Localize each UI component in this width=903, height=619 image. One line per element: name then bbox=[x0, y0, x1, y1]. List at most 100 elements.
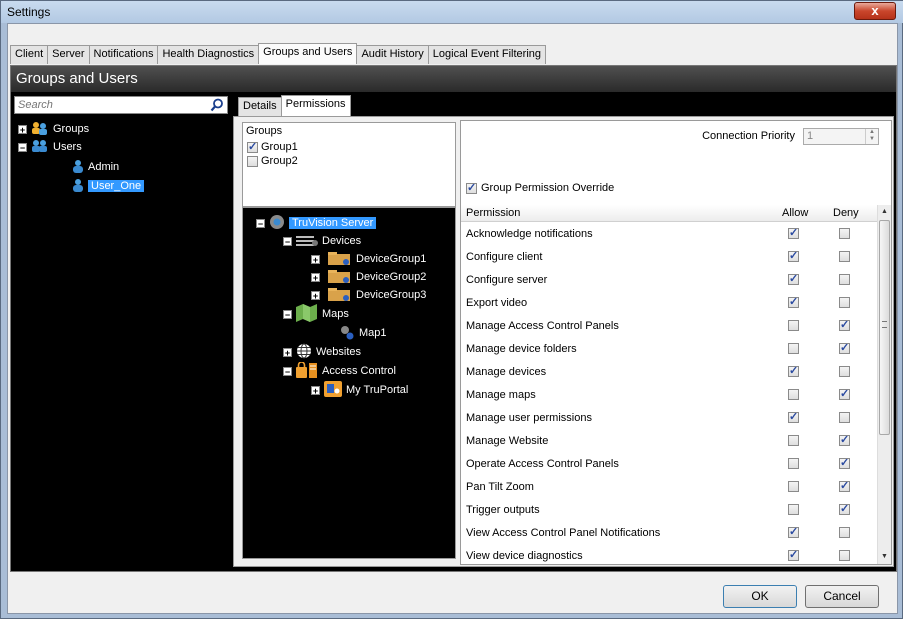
allow-checkbox[interactable] bbox=[788, 458, 799, 469]
table-row[interactable]: Manage devices bbox=[461, 361, 877, 384]
table-row[interactable]: Manage device folders bbox=[461, 338, 877, 361]
allow-checkbox[interactable] bbox=[788, 320, 799, 331]
allow-checkbox[interactable] bbox=[788, 249, 799, 262]
ok-button[interactable]: OK bbox=[723, 585, 797, 608]
allow-checkbox[interactable] bbox=[788, 410, 799, 423]
tab-logical-event-filtering[interactable]: Logical Event Filtering bbox=[427, 45, 547, 64]
allow-checkbox[interactable] bbox=[788, 364, 799, 377]
deny-checkbox[interactable] bbox=[839, 456, 850, 469]
tree-item-access-control[interactable]: − Access Control bbox=[283, 360, 396, 380]
allow-checkbox[interactable] bbox=[788, 389, 799, 400]
tree-item-devices[interactable]: − Devices bbox=[283, 232, 361, 250]
tab-details[interactable]: Details bbox=[238, 97, 282, 116]
tab-permissions[interactable]: Permissions bbox=[280, 95, 351, 116]
collapse-icon[interactable]: − bbox=[283, 366, 292, 376]
collapse-icon[interactable]: − bbox=[256, 218, 265, 228]
connection-priority-input[interactable]: 1 ▲ ▼ bbox=[803, 128, 879, 145]
expand-icon[interactable]: + bbox=[18, 124, 27, 134]
deny-checkbox[interactable] bbox=[839, 502, 850, 515]
group2-checkbox[interactable] bbox=[247, 155, 258, 167]
group-permission-override[interactable]: Group Permission Override bbox=[466, 181, 614, 194]
scroll-down-icon[interactable]: ▼ bbox=[878, 550, 891, 564]
group1-checkbox[interactable] bbox=[247, 140, 258, 153]
tree-item-groups[interactable]: + Groups bbox=[18, 120, 89, 138]
deny-checkbox[interactable] bbox=[839, 412, 850, 423]
tree-item-server[interactable]: − TruVision Server bbox=[256, 214, 377, 232]
expand-icon[interactable]: + bbox=[311, 385, 320, 395]
table-row[interactable]: Trigger outputs bbox=[461, 499, 877, 522]
deny-checkbox[interactable] bbox=[839, 251, 850, 262]
title-bar[interactable]: Settings x bbox=[1, 1, 903, 23]
deny-checkbox[interactable] bbox=[839, 527, 850, 538]
tree-item-devicegroup2[interactable]: + DeviceGroup2 bbox=[311, 268, 426, 286]
deny-checkbox[interactable] bbox=[839, 297, 850, 308]
header-deny[interactable]: Deny bbox=[833, 207, 859, 219]
allow-checkbox[interactable] bbox=[788, 481, 799, 492]
allow-checkbox[interactable] bbox=[788, 272, 799, 285]
group-item-group2[interactable]: Group2 bbox=[247, 154, 298, 168]
header-permission[interactable]: Permission bbox=[466, 207, 520, 219]
search-input[interactable] bbox=[15, 97, 205, 113]
header-allow[interactable]: Allow bbox=[782, 207, 808, 219]
deny-checkbox[interactable] bbox=[839, 550, 850, 561]
table-row[interactable]: Manage user permissions bbox=[461, 407, 877, 430]
tree-item-devicegroup3[interactable]: + DeviceGroup3 bbox=[311, 286, 426, 304]
deny-checkbox[interactable] bbox=[839, 366, 850, 377]
allow-checkbox[interactable] bbox=[788, 504, 799, 515]
tree-item-maps[interactable]: − Maps bbox=[283, 303, 349, 323]
deny-checkbox[interactable] bbox=[839, 479, 850, 492]
collapse-icon[interactable]: − bbox=[283, 309, 292, 319]
deny-checkbox[interactable] bbox=[839, 433, 850, 446]
tree-item-my-truportal[interactable]: + My TruPortal bbox=[311, 380, 408, 399]
table-row[interactable]: Acknowledge notifications bbox=[461, 223, 877, 246]
tree-item-users[interactable]: − Users bbox=[18, 138, 82, 156]
table-row[interactable]: Pan Tilt Zoom bbox=[461, 476, 877, 499]
tab-server[interactable]: Server bbox=[47, 45, 90, 64]
allow-checkbox[interactable] bbox=[788, 525, 799, 538]
expand-icon[interactable]: + bbox=[283, 347, 292, 357]
tab-client[interactable]: Client bbox=[10, 45, 49, 64]
spinner-arrows-icon[interactable]: ▲ ▼ bbox=[865, 129, 878, 144]
table-row[interactable]: View Access Control Panel Notifications bbox=[461, 522, 877, 545]
table-row[interactable]: Manage maps bbox=[461, 384, 877, 407]
override-checkbox[interactable] bbox=[466, 181, 477, 194]
table-row[interactable]: Export video bbox=[461, 292, 877, 315]
table-row[interactable]: Configure client bbox=[461, 246, 877, 269]
deny-checkbox[interactable] bbox=[839, 274, 850, 285]
allow-checkbox[interactable] bbox=[788, 548, 799, 561]
deny-checkbox[interactable] bbox=[839, 318, 850, 331]
allow-checkbox[interactable] bbox=[788, 343, 799, 354]
allow-checkbox[interactable] bbox=[788, 435, 799, 446]
table-row[interactable]: Manage Access Control Panels bbox=[461, 315, 877, 338]
scrollbar-thumb[interactable] bbox=[879, 220, 890, 435]
expand-icon[interactable]: + bbox=[311, 272, 320, 282]
tab-audit-history[interactable]: Audit History bbox=[356, 45, 429, 64]
search-icon[interactable] bbox=[210, 98, 224, 115]
collapse-icon[interactable]: − bbox=[283, 236, 292, 246]
close-button[interactable]: x bbox=[854, 2, 896, 20]
tree-item-map1[interactable]: Map1 bbox=[339, 324, 387, 342]
tab-health-diagnostics[interactable]: Health Diagnostics bbox=[157, 45, 260, 64]
tab-notifications[interactable]: Notifications bbox=[88, 45, 159, 64]
group-item-group1[interactable]: Group1 bbox=[247, 140, 298, 154]
allow-checkbox[interactable] bbox=[788, 226, 799, 239]
scroll-up-icon[interactable]: ▲ bbox=[878, 205, 891, 219]
deny-checkbox[interactable] bbox=[839, 387, 850, 400]
expand-icon[interactable]: + bbox=[311, 290, 320, 300]
table-row[interactable]: Operate Access Control Panels bbox=[461, 453, 877, 476]
expand-icon[interactable]: + bbox=[311, 254, 320, 264]
table-row[interactable]: View device diagnostics bbox=[461, 545, 877, 564]
collapse-icon[interactable]: − bbox=[18, 142, 27, 152]
deny-checkbox[interactable] bbox=[839, 341, 850, 354]
tree-item-user-one[interactable]: User_One bbox=[72, 177, 145, 195]
table-row[interactable]: Configure server bbox=[461, 269, 877, 292]
tab-groups-and-users[interactable]: Groups and Users bbox=[258, 43, 358, 64]
cancel-button[interactable]: Cancel bbox=[805, 585, 879, 608]
tree-item-admin[interactable]: Admin bbox=[72, 158, 119, 176]
tree-item-devicegroup1[interactable]: + DeviceGroup1 bbox=[311, 250, 426, 268]
tree-item-websites[interactable]: + Websites bbox=[283, 343, 361, 361]
table-row[interactable]: Manage Website bbox=[461, 430, 877, 453]
allow-checkbox[interactable] bbox=[788, 295, 799, 308]
deny-checkbox[interactable] bbox=[839, 228, 850, 239]
permissions-scrollbar[interactable]: ▲ ▼ bbox=[877, 205, 891, 564]
